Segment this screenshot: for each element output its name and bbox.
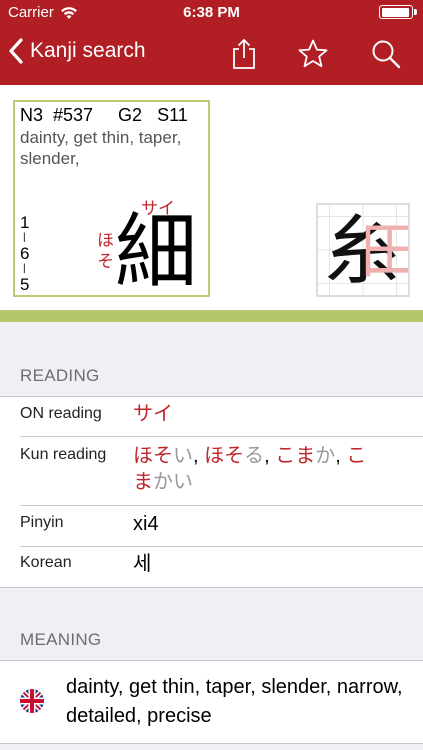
favorite-button[interactable]: [293, 34, 333, 74]
back-button[interactable]: Kanji search: [8, 38, 146, 64]
on-reading-value: サイ: [133, 403, 173, 425]
kun-part: こま: [275, 445, 316, 467]
kanji-meta: N3 #537 G2 S11: [20, 105, 188, 125]
search-button[interactable]: [366, 34, 406, 74]
kun-part: ,: [264, 445, 276, 467]
battery-icon: [379, 5, 417, 19]
kanji-card-area: N3 #537 G2 S11 dainty, get thin, taper, …: [0, 85, 423, 310]
row-pinyin[interactable]: Pinyin xi4: [0, 506, 423, 546]
kun-reading-label: Kun reading: [20, 446, 107, 463]
row-on-reading[interactable]: ON reading サイ: [0, 397, 423, 437]
divider-strip: [0, 310, 423, 322]
meaning-section-header: MEANING: [20, 630, 102, 649]
stroke-count-3: 5: [20, 275, 30, 294]
row-kun-reading[interactable]: Kun reading ほそい, ほそる, こまか, こまかい: [0, 437, 423, 505]
stroke-count-1: 1: [20, 213, 30, 232]
kun-part: ほそ: [204, 445, 245, 467]
kun-part: い: [173, 445, 193, 467]
reading-section-header: READING: [20, 366, 100, 385]
star-icon: [298, 39, 328, 68]
stroke-breakdown: 1 | 6 | 5: [20, 213, 30, 294]
kanji-meaning-preview: dainty, get thin, taper, slender,: [20, 128, 182, 168]
kun-part: る: [244, 445, 265, 467]
meaning-text: dainty, get thin, taper, slender, narrow…: [66, 676, 403, 727]
chevron-left-icon: [9, 38, 23, 64]
on-reading-label: ON reading: [20, 405, 102, 422]
top-bar: Carrier 6:38 PM Kanji search: [0, 0, 423, 85]
korean-value: 세: [133, 553, 152, 575]
uk-flag-icon: [20, 689, 44, 713]
kun-part: ,: [193, 445, 205, 467]
share-button[interactable]: [224, 34, 264, 74]
status-bar: Carrier 6:38 PM: [0, 0, 423, 24]
pinyin-value: xi4: [133, 513, 159, 535]
pinyin-label: Pinyin: [20, 514, 64, 531]
clock: 6:38 PM: [183, 4, 240, 21]
back-button-label: Kanji search: [30, 39, 146, 62]
kun-reading-ruby: ほそ: [97, 231, 114, 271]
kanji-card[interactable]: N3 #537 G2 S11 dainty, get thin, taper, …: [13, 100, 210, 297]
kun-reading-value: ほそい, ほそる, こまか, こまかい: [133, 443, 403, 495]
kun-part: ま: [133, 471, 153, 493]
kun-part: かい: [153, 471, 193, 493]
stroke-order-kanji: 糸田: [324, 210, 408, 294]
stroke-count-2: 6: [20, 244, 30, 263]
search-icon: [372, 40, 401, 69]
row-korean[interactable]: Korean 세: [0, 547, 423, 588]
stroke-order-diagram[interactable]: 糸田: [316, 203, 410, 297]
kun-part: ,: [335, 445, 347, 467]
kanji-character: 細: [115, 207, 198, 298]
meaning-group: dainty, get thin, taper, slender, narrow…: [0, 660, 423, 744]
kun-part: こ: [346, 445, 367, 467]
reading-group: ON reading サイ Kun reading ほそい, ほそる, こまか,…: [0, 396, 423, 588]
kun-part: ほそ: [133, 445, 173, 467]
stroke-kanji-remaining: 田: [360, 210, 408, 294]
share-icon: [233, 38, 255, 69]
korean-label: Korean: [20, 554, 72, 571]
navigation-bar: Kanji search: [0, 24, 423, 85]
kun-part: か: [315, 445, 336, 467]
